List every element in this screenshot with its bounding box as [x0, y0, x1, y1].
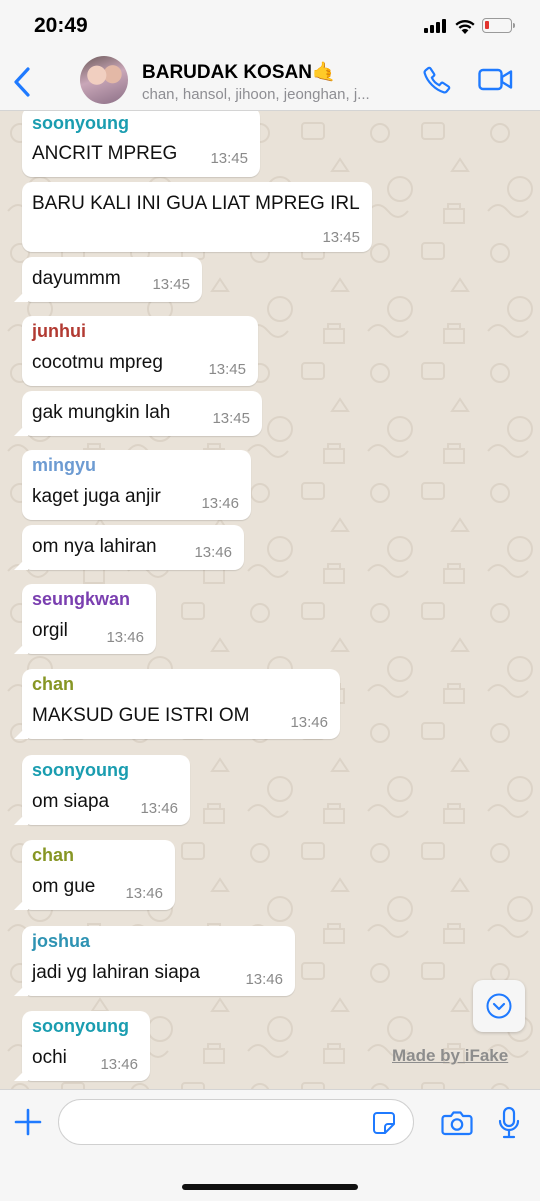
message-time: 13:45 — [152, 276, 190, 293]
watermark: Made by iFake — [392, 1046, 509, 1065]
message-sender: seungkwan — [32, 589, 131, 609]
message-time: 13:46 — [245, 971, 283, 988]
message-time: 13:45 — [212, 410, 250, 427]
message-time: 13:46 — [194, 544, 232, 561]
message-time: 13:45 — [322, 229, 360, 246]
chat-area[interactable]: soonyoung ANCRIT MPREG 13:45 BARU KALI I… — [0, 111, 540, 1089]
message-bubble[interactable]: soonyoung om siapa 13:46 — [22, 755, 190, 825]
message-sender: soonyoung — [32, 1016, 129, 1036]
group-avatar[interactable] — [80, 56, 128, 104]
message-text: kaget juga anjir — [32, 486, 161, 507]
message-bubble[interactable]: soonyoung ANCRIT MPREG 13:45 — [22, 111, 260, 177]
sticker-icon[interactable] — [372, 1111, 396, 1135]
chevron-left-icon[interactable] — [10, 66, 34, 98]
message-sender: soonyoung — [32, 760, 129, 780]
message-time: 13:46 — [140, 800, 178, 817]
chevron-down-circle-icon — [486, 993, 512, 1019]
scroll-to-bottom-button[interactable] — [473, 980, 525, 1032]
home-indicator — [182, 1184, 358, 1190]
message-text: om gue — [32, 876, 96, 897]
message-text: gak mungkin lah — [32, 402, 171, 423]
message-bubble[interactable]: seungkwan orgil 13:46 — [22, 584, 156, 654]
message-text: om nya lahiran — [32, 536, 157, 557]
chat-title[interactable]: BARUDAK KOSAN🤙 — [142, 60, 336, 84]
message-bubble[interactable]: mingyu kaget juga anjir 13:46 — [22, 450, 251, 520]
message-text: jadi yg lahiran siapa — [32, 962, 200, 983]
message-sender: mingyu — [32, 455, 97, 475]
message-bubble[interactable]: joshua jadi yg lahiran siapa 13:46 — [22, 926, 295, 996]
message-text: ochi — [32, 1047, 67, 1068]
message-text: BARU KALI INI GUA LIAT MPREG IRL — [32, 193, 360, 214]
status-bar: 20:49 — [0, 0, 540, 52]
chat-header: BARUDAK KOSAN🤙 chan, hansol, jihoon, jeo… — [0, 52, 540, 111]
message-time: 13:46 — [290, 714, 328, 731]
chat-participants[interactable]: chan, hansol, jihoon, jeonghan, j... — [142, 86, 412, 103]
message-sender: chan — [32, 674, 75, 694]
message-input[interactable] — [58, 1099, 414, 1145]
message-sender: junhui — [32, 321, 86, 341]
message-sender: soonyoung — [32, 113, 129, 133]
message-bubble[interactable]: om nya lahiran 13:46 — [22, 525, 244, 570]
message-bubble[interactable]: chan MAKSUD GUE ISTRI OM 13:46 — [22, 669, 340, 739]
battery-level — [485, 21, 489, 29]
camera-icon[interactable] — [441, 1110, 473, 1136]
message-time: 13:45 — [208, 361, 246, 378]
message-bubble[interactable]: dayummm 13:45 — [22, 257, 202, 302]
message-text: ANCRIT MPREG — [32, 143, 178, 164]
signal-icon — [424, 19, 446, 33]
wifi-icon — [455, 20, 475, 34]
status-time: 20:49 — [34, 14, 88, 37]
video-camera-icon[interactable] — [478, 67, 514, 93]
message-time: 13:46 — [201, 495, 239, 512]
battery-icon — [482, 18, 515, 33]
message-bubble[interactable]: soonyoung ochi 13:46 — [22, 1011, 150, 1081]
message-sender: chan — [32, 845, 75, 865]
message-time: 13:45 — [210, 150, 248, 167]
plus-icon[interactable] — [14, 1108, 42, 1136]
message-text: om siapa — [32, 791, 110, 812]
message-time: 13:46 — [100, 1056, 138, 1073]
message-sender: joshua — [32, 931, 91, 951]
message-text: MAKSUD GUE ISTRI OM — [32, 705, 250, 726]
message-bubble[interactable]: BARU KALI INI GUA LIAT MPREG IRL 13:45 — [22, 182, 372, 252]
message-time: 13:46 — [106, 629, 144, 646]
message-bubble[interactable]: gak mungkin lah 13:45 — [22, 391, 262, 436]
message-bubble[interactable]: chan om gue 13:46 — [22, 840, 175, 910]
message-text: cocotmu mpreg — [32, 352, 163, 373]
microphone-icon[interactable] — [497, 1106, 521, 1140]
message-text: dayummm — [32, 268, 121, 289]
message-text: orgil — [32, 620, 68, 641]
phone-icon[interactable] — [422, 65, 452, 95]
message-time: 13:46 — [125, 885, 163, 902]
message-bubble[interactable]: junhui cocotmu mpreg 13:45 — [22, 316, 258, 386]
